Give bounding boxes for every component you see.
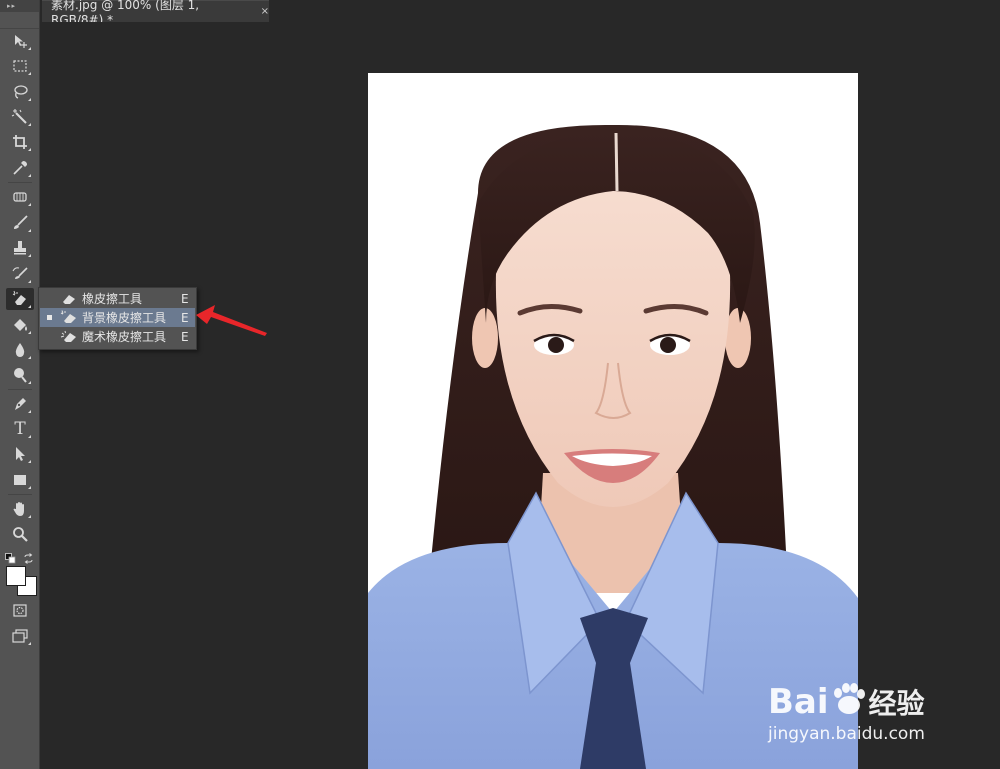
paint-bucket-icon — [14, 319, 27, 331]
zoom-tool[interactable] — [6, 523, 34, 545]
watermark-logo: Bai 经验 — [768, 682, 925, 722]
healing-icon — [13, 192, 27, 202]
type-tool[interactable]: T — [6, 418, 34, 440]
baidu-jingyan-watermark: Bai 经验 jingyan.baidu.com — [760, 660, 960, 750]
rect-marquee-icon — [13, 60, 27, 72]
menu-item-shortcut: E — [181, 291, 189, 306]
dodge-tool[interactable] — [6, 364, 34, 386]
tools-panel: ▸▸ T — [0, 0, 40, 769]
watermark-site: jingyan.baidu.com — [768, 724, 925, 744]
menu-item-label: 橡皮擦工具 — [82, 292, 143, 306]
watermark-logo-text-b: 经验 — [868, 687, 925, 720]
dodge-icon — [14, 368, 27, 383]
watermark-logo-text-a: Bai — [768, 682, 829, 722]
stamp-tool[interactable] — [6, 237, 34, 259]
stamp-icon — [14, 241, 26, 255]
magic-wand-tool[interactable] — [6, 106, 34, 128]
menu-item-eraser-tool[interactable]: 橡皮擦工具 E — [40, 289, 195, 308]
brush-tool[interactable] — [6, 212, 34, 234]
menu-item-label: 魔术橡皮擦工具 — [82, 330, 167, 344]
quick-mask-icon — [13, 604, 27, 617]
panel-grip[interactable]: ▸▸ — [0, 0, 39, 12]
background-eraser-icon — [12, 290, 26, 305]
eyedropper-icon — [13, 161, 27, 175]
brush-icon — [14, 215, 28, 229]
background-eraser-icon — [60, 310, 76, 323]
red-annotation-arrow — [196, 305, 267, 336]
tools-panel-header[interactable] — [0, 12, 39, 29]
blur-tool[interactable] — [6, 339, 34, 361]
toolbar-separator — [8, 389, 32, 390]
menu-item-background-eraser-tool[interactable]: 背景橡皮擦工具 E — [40, 308, 195, 327]
selected-bullet — [47, 315, 52, 320]
pen-icon — [15, 398, 26, 410]
hand-tool[interactable] — [6, 498, 34, 520]
foreground-color-swatch[interactable] — [6, 566, 26, 586]
toolbar-separator — [8, 494, 32, 495]
paw-icon — [833, 683, 865, 714]
quick-mask-button[interactable] — [6, 599, 34, 621]
move-tool[interactable] — [6, 30, 34, 52]
default-colors-icon[interactable] — [5, 549, 16, 564]
screen-mode-icon — [12, 629, 28, 643]
path-selection-tool[interactable] — [6, 443, 34, 465]
menu-item-shortcut: E — [181, 329, 189, 344]
close-icon[interactable]: × — [261, 6, 269, 17]
photoshop-window: ▸▸ T 素材.jpg @ 100% (图层 1, RGB/8#) * × 橡皮… — [0, 0, 1000, 769]
eyedropper-tool[interactable] — [6, 157, 34, 179]
lasso-tool[interactable] — [6, 81, 34, 103]
blur-drop-icon — [15, 343, 25, 357]
eraser-tool-flyout-menu: 橡皮擦工具 E 背景橡皮擦工具 E 魔术橡皮擦工具 E — [38, 287, 197, 350]
history-brush-tool[interactable] — [6, 263, 34, 285]
magic-wand-icon — [11, 109, 27, 124]
eraser-tool[interactable] — [6, 288, 34, 310]
pen-tool[interactable] — [6, 393, 34, 415]
history-brush-icon — [12, 267, 28, 279]
type-icon: T — [14, 419, 26, 439]
marquee-tool[interactable] — [6, 55, 34, 77]
crop-tool[interactable] — [6, 131, 34, 153]
document-tab-bar: 素材.jpg @ 100% (图层 1, RGB/8#) * × — [40, 0, 1000, 27]
paint-bucket-tool[interactable] — [6, 314, 34, 336]
healing-brush-tool[interactable] — [6, 186, 34, 208]
document-tab[interactable]: 素材.jpg @ 100% (图层 1, RGB/8#) * × — [42, 0, 269, 27]
move-icon — [15, 35, 27, 48]
arrow-select-icon — [16, 447, 25, 461]
lasso-icon — [14, 85, 28, 99]
menu-item-shortcut: E — [181, 310, 189, 325]
rectangle-icon — [14, 475, 26, 485]
zoom-icon — [13, 527, 28, 542]
toolbar-separator — [8, 182, 32, 183]
menu-item-label: 背景橡皮擦工具 — [82, 311, 167, 325]
crop-icon — [13, 135, 27, 149]
menu-item-magic-eraser-tool[interactable]: 魔术橡皮擦工具 E — [40, 327, 195, 346]
screen-mode-button[interactable] — [6, 625, 34, 647]
swap-colors-icon[interactable] — [23, 549, 34, 564]
eraser-icon — [63, 295, 75, 304]
rectangle-tool[interactable] — [6, 469, 34, 491]
magic-eraser-icon — [60, 330, 76, 342]
hand-icon — [13, 502, 24, 516]
